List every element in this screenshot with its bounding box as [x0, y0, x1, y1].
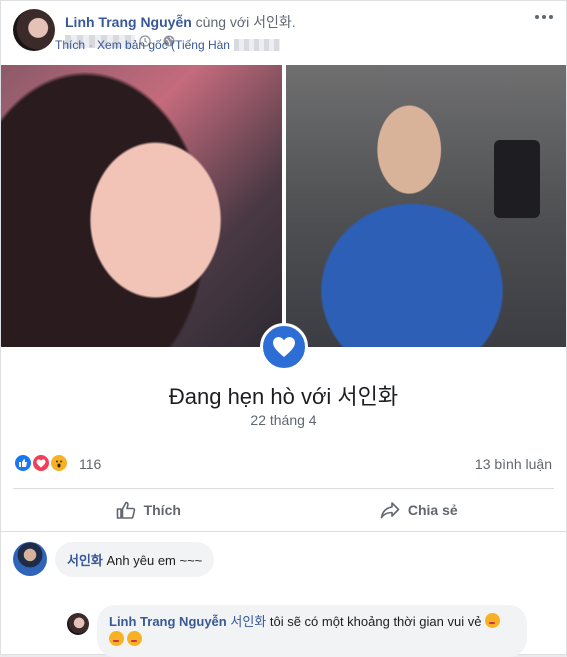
reaction-count[interactable]: 116: [79, 456, 101, 472]
author-line: Linh Trang Nguyễn cùng với 서인화.: [65, 12, 296, 32]
reaction-icons[interactable]: [13, 453, 69, 473]
photo-woman-selfie[interactable]: [1, 65, 282, 347]
post-card: Linh Trang Nguyễn cùng với 서인화. · Đang h…: [0, 0, 567, 657]
with-text: cùng với: [191, 14, 254, 30]
see-original-link[interactable]: Xem bản gốc (Tiếng Hàn: [97, 38, 230, 52]
share-arrow-icon: [380, 502, 400, 519]
more-options-button[interactable]: [534, 9, 554, 25]
kiss-emoji-icon: [485, 613, 501, 628]
thumbs-up-icon: [116, 501, 135, 519]
replier-name-link[interactable]: Linh Trang Nguyễn: [109, 614, 227, 629]
comment-text: Anh yêu em ~~~: [106, 553, 203, 568]
life-event-date: 22 tháng 4: [250, 412, 317, 428]
tagged-suffix: .: [291, 14, 296, 30]
kiss-emoji-icon: [127, 631, 142, 646]
author-avatar[interactable]: [13, 9, 55, 51]
divider: [13, 488, 554, 489]
dot-icon: [542, 15, 546, 19]
comment-count-link[interactable]: 13 bình luận: [475, 456, 552, 472]
comment-bubble: 서인화 Anh yêu em ~~~: [55, 542, 215, 577]
divider: [1, 531, 566, 532]
blurred-text: [233, 39, 280, 51]
replier-avatar[interactable]: [67, 613, 89, 635]
separator: ·: [89, 38, 94, 52]
reply-bubble: Linh Trang Nguyễn 서인화 tôi sẽ có một khoả…: [97, 605, 527, 657]
kiss-emoji-icon: [109, 631, 124, 646]
reactions-row: 116 13 bình luận: [13, 453, 552, 475]
reply-text: tôi sẽ có một khoảng thời gian vui vẻ: [269, 614, 482, 629]
life-event-title: Đang hẹn hò với 서인화: [168, 384, 399, 409]
comment-actions: Thích · Xem bản gốc (Tiếng Hàn: [55, 38, 280, 52]
heart-badge: [260, 323, 308, 371]
dot-icon: [535, 15, 539, 19]
comment-like-link[interactable]: Thích: [55, 38, 85, 52]
like-label: Thích: [143, 502, 181, 518]
wow-icon: [49, 453, 69, 473]
phone-shape: [494, 140, 540, 218]
commenter-avatar[interactable]: [13, 542, 47, 576]
like-button[interactable]: Thích: [13, 491, 284, 529]
tagged-user-link[interactable]: 서인화: [253, 14, 292, 30]
heart-icon: [273, 337, 295, 357]
share-button[interactable]: Chia sẻ: [284, 491, 555, 529]
share-label: Chia sẻ: [407, 502, 458, 518]
photo-pair: [1, 65, 566, 347]
dot-icon: [549, 15, 553, 19]
love-icon: [31, 453, 51, 473]
like-icon: [13, 453, 33, 473]
author-name-link[interactable]: Linh Trang Nguyễn: [65, 14, 192, 30]
commenter-name-link[interactable]: 서인화: [67, 553, 103, 568]
photo-man-mirror-selfie[interactable]: [285, 65, 566, 347]
reply-tag-link[interactable]: 서인화: [230, 614, 266, 629]
post-actions: Thích Chia sẻ: [13, 491, 554, 529]
